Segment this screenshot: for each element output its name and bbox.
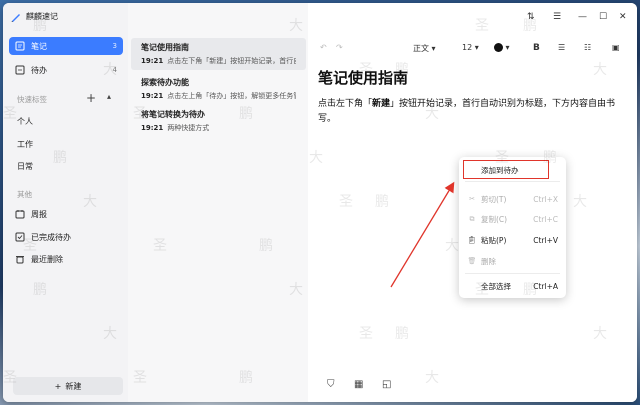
menu-paste[interactable]: 📋︎ 粘贴(P) Ctrl+V xyxy=(459,232,566,248)
note-title: 笔记使用指南 xyxy=(141,43,189,52)
context-menu: 添加到待办 ✂ 剪切(T) Ctrl+X ⧉ 复制(C) Ctrl+C 📋︎ 粘… xyxy=(459,157,566,298)
sidebar-item-label: 周报 xyxy=(31,209,47,219)
tag-icon[interactable]: ◱ xyxy=(382,379,391,390)
sort-icon[interactable]: ⇅ xyxy=(527,12,535,22)
note-time: 19:21 xyxy=(141,92,164,100)
calendar-icon[interactable]: ▦ xyxy=(354,379,363,390)
done-icon xyxy=(15,232,25,242)
font-size-value: 12 xyxy=(462,43,473,52)
note-snippet: 点击左下角「新建」按钮开始记录，首行自动... xyxy=(167,57,296,65)
app-logo-icon xyxy=(11,13,20,22)
weekly-icon xyxy=(15,210,25,219)
align-icon[interactable]: ☰ xyxy=(558,43,565,52)
sidebar-item-label: 笔记 xyxy=(31,41,47,51)
new-note-label: 新建 xyxy=(65,381,82,391)
note-snippet: 两种快捷方式 xyxy=(167,124,210,132)
menu-delete[interactable]: 🗑︎ 删除 xyxy=(459,253,566,269)
close-icon[interactable]: ✕ xyxy=(619,12,627,22)
body-text-pre: 点击左下角「 xyxy=(318,99,373,109)
document-title[interactable]: 笔记使用指南 xyxy=(318,67,408,88)
todo-count: 4 xyxy=(112,66,117,74)
redo-icon[interactable]: ↷ xyxy=(336,43,343,52)
note-item[interactable]: 将笔记转换为待办 19:21 两种快捷方式 xyxy=(131,105,306,137)
menu-shortcut: Ctrl+A xyxy=(533,281,558,291)
paste-icon: 📋︎ xyxy=(467,236,477,244)
bookmark-icon[interactable]: ⛉ xyxy=(327,379,335,390)
section-tags-title: 快速标签 xyxy=(17,95,47,104)
menu-divider xyxy=(465,181,560,182)
add-tag-button[interactable]: + xyxy=(86,92,96,104)
collapse-tags-icon[interactable]: ▴ xyxy=(107,92,111,102)
list-icon[interactable]: ☷ xyxy=(584,43,591,52)
menu-item-label: 删除 xyxy=(481,256,496,266)
note-time: 19:21 xyxy=(141,57,164,65)
text-color-picker[interactable]: ▾ xyxy=(494,43,510,52)
color-swatch-icon xyxy=(494,43,503,52)
app-window: 麒麟速记 笔记 3 待办 4 快速标签 + ▴ 个人 工作 日常 其他 周报 已… xyxy=(3,3,637,402)
trash-icon xyxy=(16,256,24,264)
menu-item-label: 全部选择 xyxy=(481,281,511,291)
highlight-box xyxy=(463,160,549,179)
menu-item-label: 剪切(T) xyxy=(481,194,507,204)
sidebar-item-label: 待办 xyxy=(31,65,47,75)
sidebar-item-weekly[interactable]: 周报 xyxy=(9,205,123,223)
note-snippet: 点击左上角「待办」按钮，解锁更多任务管理... xyxy=(167,92,296,100)
paragraph-style-select[interactable]: 正文 ▾ xyxy=(413,43,436,54)
bold-icon[interactable]: B xyxy=(533,43,540,53)
sidebar-item-trash[interactable]: 最近删除 xyxy=(9,250,123,268)
section-other-title: 其他 xyxy=(17,190,32,199)
menu-item-label: 复制(C) xyxy=(481,214,508,224)
sidebar-item-todo[interactable]: 待办 4 xyxy=(9,61,123,79)
menu-copy[interactable]: ⧉ 复制(C) Ctrl+C xyxy=(459,211,566,227)
menu-shortcut: Ctrl+V xyxy=(533,235,558,245)
font-size-select[interactable]: 12 ▾ xyxy=(462,43,479,52)
tag-daily[interactable]: 日常 xyxy=(17,161,33,172)
more-menu-icon[interactable]: ☰ xyxy=(553,12,561,22)
maximize-icon[interactable]: ☐ xyxy=(599,12,607,22)
paragraph-style-value: 正文 xyxy=(413,44,429,53)
delete-icon: 🗑︎ xyxy=(467,257,477,265)
note-item[interactable]: 探索待办功能 19:21点击左上角「待办」按钮，解锁更多任务管理... xyxy=(131,73,306,105)
sidebar: 麒麟速记 笔记 3 待办 4 快速标签 + ▴ 个人 工作 日常 其他 周报 已… xyxy=(3,3,129,402)
new-note-button[interactable]: + 新建 xyxy=(13,377,123,395)
menu-shortcut: Ctrl+X xyxy=(533,194,558,204)
menu-cut[interactable]: ✂ 剪切(T) Ctrl+X xyxy=(459,191,566,207)
menu-item-label: 粘贴(P) xyxy=(481,235,507,245)
menu-shortcut: Ctrl+C xyxy=(533,214,558,224)
tag-work[interactable]: 工作 xyxy=(17,139,33,150)
sidebar-item-notes[interactable]: 笔记 3 xyxy=(9,37,123,55)
note-icon xyxy=(15,41,25,51)
editor-pane: ⇅ ☰ — ☐ ✕ ↶ ↷ 正文 ▾ 12 ▾ ▾ B ☰ ☷ ▣ 笔记使用指南… xyxy=(308,3,637,402)
app-title-bar: 麒麟速记 xyxy=(11,11,58,22)
image-icon[interactable]: ▣ xyxy=(612,43,620,52)
sidebar-item-label: 最近删除 xyxy=(31,254,63,264)
note-list: 笔记使用指南 19:21点击左下角「新建」按钮开始记录，首行自动... 探索待办… xyxy=(128,3,309,402)
note-time: 19:21 xyxy=(141,124,164,132)
scissors-icon: ✂ xyxy=(469,195,475,203)
sidebar-item-done[interactable]: 已完成待办 xyxy=(9,228,123,246)
minimize-icon[interactable]: — xyxy=(578,12,587,22)
menu-divider xyxy=(465,273,560,274)
body-text-bold: 新建 xyxy=(372,99,391,109)
todo-icon xyxy=(15,65,25,75)
plus-icon: + xyxy=(54,381,62,391)
note-title: 将笔记转换为待办 xyxy=(141,110,205,119)
app-title: 麒麟速记 xyxy=(26,12,58,21)
tag-personal[interactable]: 个人 xyxy=(17,116,33,127)
document-body[interactable]: 点击左下角「新建」按钮开始记录，首行自动识别为标题，下方内容自由书写。 xyxy=(318,97,628,127)
copy-icon: ⧉ xyxy=(469,214,475,223)
menu-select-all[interactable]: 全部选择 Ctrl+A xyxy=(459,278,566,294)
note-count: 3 xyxy=(112,42,117,50)
note-title: 探索待办功能 xyxy=(141,78,189,87)
sidebar-item-label: 已完成待办 xyxy=(31,232,71,242)
undo-icon[interactable]: ↶ xyxy=(320,43,327,52)
note-item[interactable]: 笔记使用指南 19:21点击左下角「新建」按钮开始记录，首行自动... xyxy=(131,38,306,70)
